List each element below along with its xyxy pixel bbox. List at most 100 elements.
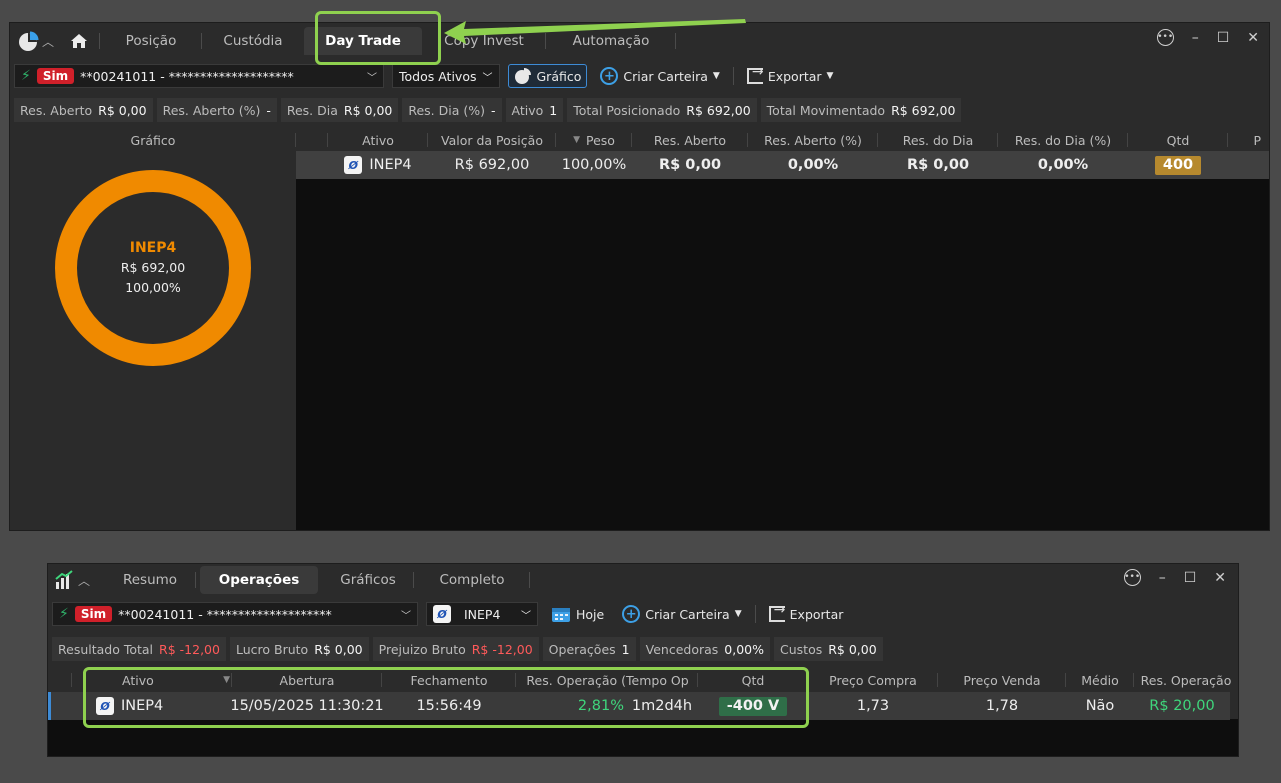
home-icon[interactable]	[70, 33, 88, 49]
maximize-icon[interactable]: ☐	[1217, 30, 1230, 46]
activity-icon: ⚡	[21, 68, 31, 84]
cell-medio: Não	[1085, 698, 1115, 714]
sim-badge: Sim	[36, 68, 75, 84]
create-portfolio-button[interactable]: + Criar Carteira ▼	[617, 602, 746, 626]
cell-res-dia-pct: 0,00%	[1037, 157, 1089, 173]
account-selector[interactable]: ⚡ Sim **00241011 - ******************** …	[14, 64, 384, 88]
toolbar-divider	[732, 67, 734, 85]
plus-circle-icon: +	[600, 67, 619, 85]
donut-label-pct: 100,00%	[125, 280, 181, 295]
asset-logo-icon: Ø	[433, 605, 451, 623]
cell-preco-venda: 1,78	[985, 698, 1019, 714]
bar-chart-app-icon[interactable]	[54, 570, 76, 590]
stat-total-posicionado: Total Posicionado R$ 692,00	[567, 98, 757, 122]
export-icon	[768, 602, 785, 622]
today-button[interactable]: Hoje	[546, 602, 609, 626]
col-res-aberto[interactable]: Res. Aberto	[632, 129, 748, 151]
caret-down-icon: ▼	[826, 71, 834, 81]
col-qtd[interactable]: Qtd	[1128, 129, 1228, 151]
pie-chart-app-icon[interactable]	[18, 30, 40, 52]
asset-filter-dropdown[interactable]: Todos Ativos ﹀	[392, 64, 500, 88]
export-icon	[746, 64, 764, 84]
cell-ativo: INEP4	[369, 157, 412, 173]
chart-header: Gráfico	[10, 129, 296, 151]
asset-select-label: INEP4	[464, 606, 501, 622]
stat-res-aberto-pct: Res. Aberto (%) -	[156, 98, 277, 122]
cell-preco-compra: 1,73	[856, 698, 890, 714]
position-window: ︿ Posição Custódia Day Trade Copy Invest…	[9, 22, 1270, 531]
stat-operacoes: Operações 1	[542, 637, 636, 661]
tab-operacoes[interactable]: Operações	[200, 566, 319, 594]
minimize-icon[interactable]: –	[1159, 570, 1166, 586]
tab-custodia[interactable]: Custódia	[202, 27, 304, 55]
export-label: Exportar	[789, 606, 844, 622]
col-peso[interactable]: ▼ Peso	[556, 129, 632, 151]
row-indicator-header	[48, 669, 72, 691]
stat-res-aberto: Res. Aberto R$ 0,00	[14, 98, 153, 122]
col-truncated[interactable]: P	[1228, 129, 1261, 151]
stat-lucro-bruto: Lucro Bruto R$ 0,00	[229, 637, 369, 661]
close-icon[interactable]: ✕	[1247, 30, 1259, 46]
export-button[interactable]: Exportar	[764, 602, 849, 626]
plus-circle-icon: +	[622, 605, 641, 623]
chevron-down-icon: ﹀	[482, 72, 493, 84]
more-options-icon[interactable]: •••	[1123, 569, 1141, 586]
account-selector[interactable]: ⚡ Sim **00241011 - ******************** …	[52, 602, 418, 626]
col-preco-compra[interactable]: Preço Compra	[808, 669, 938, 691]
stat-res-dia-pct: Res. Dia (%) -	[402, 98, 502, 122]
asset-select-dropdown[interactable]: Ø INEP4 ﹀	[426, 602, 538, 626]
col-res-dia[interactable]: Res. do Dia	[878, 129, 998, 151]
stat-resultado-total: Resultado Total R$ -12,00	[52, 637, 226, 661]
tab-graficos[interactable]: Gráficos	[322, 566, 415, 594]
tab-resumo[interactable]: Resumo	[104, 566, 197, 594]
window2-toolbar: ⚡ Sim **00241011 - ******************** …	[52, 600, 1234, 628]
cell-peso: 100,00%	[561, 157, 627, 173]
toolbar-divider	[754, 605, 756, 623]
col-res-aberto-pct[interactable]: Res. Aberto (%)	[748, 129, 878, 151]
position-grid-header: Gráfico Ativo Valor da Posição ▼ Peso Res…	[10, 129, 1271, 151]
more-options-icon[interactable]: •••	[1156, 29, 1174, 46]
window1-toolbar: ⚡ Sim **00241011 - ******************** …	[14, 62, 1265, 90]
export-button[interactable]: Exportar ▼	[742, 64, 839, 88]
window2-stats-bar: Resultado Total R$ -12,00 Lucro Bruto R$ 0…	[52, 637, 1234, 661]
col-res-operacao[interactable]: Res. Operação	[1134, 669, 1238, 691]
cell-res-aberto: R$ 0,00	[658, 157, 722, 173]
close-icon[interactable]: ✕	[1214, 570, 1226, 586]
caret-down-icon: ▼	[734, 609, 742, 619]
calendar-icon	[552, 608, 570, 622]
today-label: Hoje	[576, 606, 605, 622]
highlight-day-trade-tab	[315, 11, 441, 65]
stat-ativo: Ativo 1	[505, 98, 564, 122]
maximize-icon[interactable]: ☐	[1184, 570, 1197, 586]
donut-chart: INEP4 R$ 692,00 100,00%	[55, 170, 251, 366]
window1-controls: ••• – ☐ ✕	[1156, 29, 1259, 46]
col-medio[interactable]: Médio	[1066, 669, 1134, 691]
tab-posicao[interactable]: Posição	[100, 27, 203, 55]
minimize-icon[interactable]: –	[1192, 30, 1199, 46]
col-valor-posicao[interactable]: Valor da Posição	[428, 129, 556, 151]
account-label: **00241011 - ********************	[80, 68, 294, 84]
highlight-operation-row	[83, 667, 809, 728]
row-indicator-header	[296, 129, 328, 151]
qty-badge: 400	[1154, 155, 1202, 175]
col-preco-venda[interactable]: Preço Venda	[938, 669, 1066, 691]
tab-completo[interactable]: Completo	[414, 566, 531, 594]
pie-chart-icon	[514, 68, 531, 84]
create-portfolio-button[interactable]: + Criar Carteira ▼	[595, 64, 724, 88]
asset-filter-label: Todos Ativos	[399, 68, 477, 84]
window2-controls: ••• – ☐ ✕	[1123, 569, 1226, 586]
donut-chart-pane: INEP4 R$ 692,00 100,00%	[10, 151, 296, 530]
col-res-dia-pct[interactable]: Res. do Dia (%)	[998, 129, 1128, 151]
chevron-up-icon[interactable]: ︿	[42, 33, 54, 50]
chevron-up-icon[interactable]: ︿	[78, 572, 90, 589]
chevron-down-icon: ﹀	[367, 72, 377, 84]
cell-valor: R$ 692,00	[454, 157, 530, 173]
col-ativo[interactable]: Ativo	[328, 129, 428, 151]
stat-res-dia: Res. Dia R$ 0,00	[280, 98, 399, 122]
cell-res-operacao: R$ 20,00	[1149, 698, 1215, 714]
chart-toggle-button[interactable]: Gráfico	[507, 64, 588, 88]
cell-res-dia: R$ 0,00	[906, 157, 970, 173]
caret-down-icon: ▼	[712, 71, 720, 81]
donut-label-value: R$ 692,00	[121, 260, 185, 275]
table-row[interactable]: Ø INEP4 R$ 692,00 100,00% R$ 0,00 0,00% R…	[296, 151, 1269, 179]
